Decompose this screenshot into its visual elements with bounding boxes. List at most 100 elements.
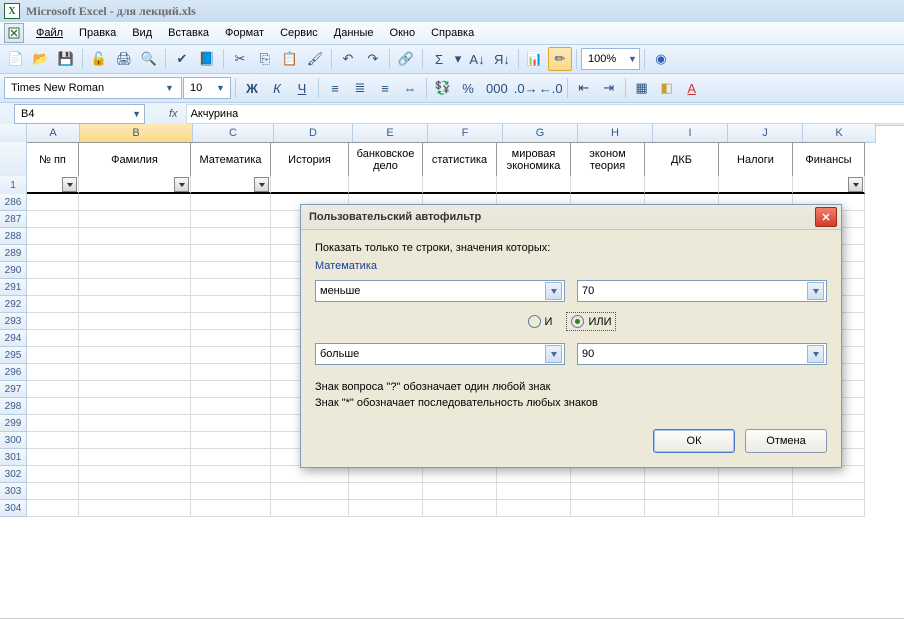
row-head[interactable]: 294 <box>0 330 27 347</box>
cell[interactable] <box>191 466 271 483</box>
cell[interactable] <box>79 330 191 347</box>
cell[interactable] <box>793 500 865 517</box>
cell[interactable] <box>79 313 191 330</box>
cell[interactable] <box>423 483 497 500</box>
cell[interactable] <box>79 364 191 381</box>
cell[interactable] <box>793 466 865 483</box>
cell[interactable] <box>719 500 793 517</box>
cell[interactable] <box>27 347 79 364</box>
row-head[interactable]: 302 <box>0 466 27 483</box>
currency-icon[interactable]: 💱 <box>431 76 455 100</box>
permission-icon[interactable]: 🔓 <box>87 47 111 71</box>
cell[interactable] <box>27 381 79 398</box>
cell[interactable] <box>27 500 79 517</box>
col-C[interactable]: C <box>193 124 274 143</box>
cell[interactable] <box>191 313 271 330</box>
operator-1-combo[interactable]: меньше <box>315 280 565 302</box>
cell[interactable] <box>79 279 191 296</box>
cell[interactable] <box>191 228 271 245</box>
cell[interactable] <box>27 466 79 483</box>
cell[interactable] <box>27 313 79 330</box>
row-head[interactable]: 292 <box>0 296 27 313</box>
cell[interactable] <box>191 415 271 432</box>
value-1-combo[interactable]: 70 <box>577 280 827 302</box>
col-A[interactable]: A <box>27 124 80 143</box>
cell[interactable] <box>191 364 271 381</box>
cell[interactable] <box>497 466 571 483</box>
cell[interactable] <box>79 483 191 500</box>
decrease-indent-icon[interactable]: ⇤ <box>572 76 596 100</box>
cell[interactable] <box>793 483 865 500</box>
col-K[interactable]: K <box>803 124 876 143</box>
operator-2-combo[interactable]: больше <box>315 343 565 365</box>
filter-B[interactable] <box>174 177 189 192</box>
sort-desc-icon[interactable]: Я↓ <box>490 47 514 71</box>
cell[interactable] <box>27 483 79 500</box>
cell[interactable] <box>423 500 497 517</box>
row-head[interactable]: 297 <box>0 381 27 398</box>
cell[interactable] <box>79 262 191 279</box>
cell[interactable] <box>349 483 423 500</box>
dialog-titlebar[interactable]: Пользовательский автофильтр ✕ <box>301 205 841 230</box>
cell[interactable] <box>645 483 719 500</box>
format-painter-icon[interactable]: 🖌 <box>303 47 327 71</box>
cell[interactable] <box>271 483 349 500</box>
cell[interactable] <box>79 500 191 517</box>
cell[interactable] <box>349 500 423 517</box>
row-head[interactable]: 293 <box>0 313 27 330</box>
close-button[interactable]: ✕ <box>815 207 837 227</box>
cell[interactable] <box>27 194 79 211</box>
cell[interactable] <box>79 347 191 364</box>
col-F[interactable]: F <box>428 124 503 143</box>
cell[interactable] <box>497 500 571 517</box>
cell[interactable] <box>79 245 191 262</box>
col-D[interactable]: D <box>274 124 353 143</box>
zoom-input[interactable] <box>586 50 626 68</box>
cell[interactable] <box>191 347 271 364</box>
cell[interactable] <box>27 296 79 313</box>
fx-label[interactable]: fx <box>169 108 178 120</box>
cell[interactable] <box>27 279 79 296</box>
cell[interactable] <box>719 466 793 483</box>
cell[interactable] <box>27 432 79 449</box>
cell[interactable] <box>79 398 191 415</box>
cell[interactable] <box>27 449 79 466</box>
cell[interactable] <box>191 279 271 296</box>
filter-K[interactable] <box>848 177 863 192</box>
cut-icon[interactable]: ✂ <box>228 47 252 71</box>
row-head[interactable]: 298 <box>0 398 27 415</box>
percent-icon[interactable]: % <box>456 76 480 100</box>
row-head[interactable]: 304 <box>0 500 27 517</box>
zoom-combo[interactable]: ▼ <box>581 48 640 70</box>
cell[interactable] <box>79 296 191 313</box>
cell[interactable] <box>349 466 423 483</box>
menu-window[interactable]: Окно <box>382 24 424 42</box>
select-all-corner[interactable] <box>0 124 27 143</box>
cell[interactable] <box>79 381 191 398</box>
help-icon[interactable]: ◉ <box>649 47 673 71</box>
cell[interactable] <box>271 466 349 483</box>
cell[interactable] <box>191 500 271 517</box>
menu-tools[interactable]: Сервис <box>272 24 326 42</box>
cell[interactable] <box>27 228 79 245</box>
row-head-1[interactable]: 1 <box>0 176 27 195</box>
cell[interactable] <box>191 296 271 313</box>
autosum-dd-icon[interactable]: ▾ <box>452 47 464 71</box>
research-icon[interactable]: 📘 <box>195 47 219 71</box>
cell[interactable] <box>27 364 79 381</box>
align-right-icon[interactable]: ≡ <box>373 76 397 100</box>
cell[interactable] <box>497 483 571 500</box>
cell[interactable] <box>191 194 271 211</box>
cell[interactable] <box>79 211 191 228</box>
cell[interactable] <box>191 262 271 279</box>
align-left-icon[interactable]: ≡ <box>323 76 347 100</box>
cell[interactable] <box>571 500 645 517</box>
cell[interactable] <box>79 194 191 211</box>
cell[interactable] <box>645 466 719 483</box>
cell[interactable] <box>79 228 191 245</box>
cell[interactable] <box>27 415 79 432</box>
menu-view[interactable]: Вид <box>124 24 160 42</box>
cell[interactable] <box>27 211 79 228</box>
row-head[interactable]: 299 <box>0 415 27 432</box>
col-E[interactable]: E <box>353 124 428 143</box>
